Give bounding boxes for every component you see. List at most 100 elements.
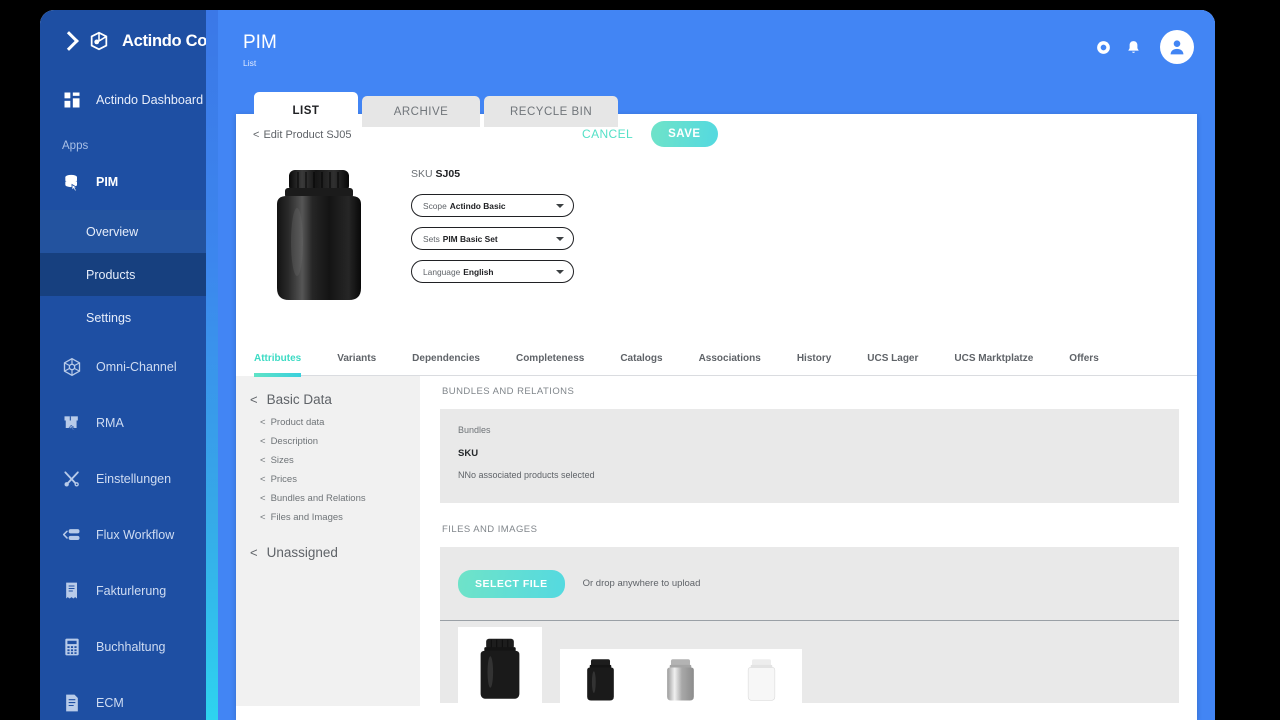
sidebar-item-label: RMA bbox=[96, 416, 124, 430]
black-jar-thumb bbox=[480, 638, 520, 699]
product-hero-image bbox=[254, 164, 384, 312]
sidebar-item-flux-workflow[interactable]: Flux Workflow bbox=[40, 507, 218, 563]
tree-group-label: Basic Data bbox=[266, 392, 332, 407]
bundles-section-title: BUNDLES AND RELATIONS bbox=[442, 386, 575, 397]
bundles-label: Bundles bbox=[458, 425, 491, 435]
language-select-value: English bbox=[463, 266, 494, 277]
sidebar-item-settings[interactable]: Settings bbox=[40, 296, 218, 339]
sidebar-item-label: Actindo Dashboard bbox=[96, 93, 204, 107]
scope-select-value: Actindo Basic bbox=[449, 200, 506, 211]
sidebar-item-label: Flux Workflow bbox=[96, 528, 175, 542]
tree-item-label: Files and Images bbox=[270, 512, 343, 523]
scope-select[interactable]: Scope Actindo Basic bbox=[411, 194, 574, 217]
product-form-column: SKU SJ05 Scope Actindo Basic Sets PIM Ba… bbox=[411, 164, 574, 330]
sidebar-item-rma[interactable]: RMA bbox=[40, 395, 218, 451]
save-button[interactable]: SAVE bbox=[651, 121, 718, 147]
select-file-button[interactable]: SELECT FILE bbox=[458, 569, 565, 598]
tree-item-bundles-and-relations[interactable]: < Bundles and Relations bbox=[250, 493, 420, 504]
drop-hint-label: Or drop anywhere to upload bbox=[582, 578, 701, 589]
sidebar-item-ecm[interactable]: ECM bbox=[40, 675, 218, 720]
content-card: < Edit Product SJ05 CANCEL SAVE SKU SJ05… bbox=[236, 114, 1197, 720]
sidebar-item-omni-channel[interactable]: Omni-Channel bbox=[40, 339, 218, 395]
sidebar-item-dashboard[interactable]: Actindo Dashboard bbox=[40, 72, 218, 128]
invoice-icon bbox=[66, 582, 77, 599]
main-area: PIM List LIST ARCHIVE RECYCLE BIN < Edit… bbox=[218, 10, 1215, 720]
sidebar-item-fakturlerung[interactable]: Fakturlerung bbox=[40, 563, 218, 619]
bell-notification-icon[interactable] bbox=[1125, 39, 1142, 56]
sidebar-subitem-label: Products bbox=[86, 267, 136, 282]
window-tab-strip: LIST ARCHIVE RECYCLE BIN bbox=[254, 92, 619, 127]
silver-jar-thumb[interactable] bbox=[664, 657, 697, 703]
language-select[interactable]: Language English bbox=[411, 260, 574, 283]
product-summary: SKU SJ05 Scope Actindo Basic Sets PIM Ba… bbox=[236, 160, 1197, 330]
help-circle-icon[interactable] bbox=[1095, 39, 1112, 56]
tree-item-label: Prices bbox=[270, 474, 297, 485]
calculator-icon bbox=[65, 638, 79, 656]
app-window: Actindo Core1 Actindo Dashboard Apps PIM… bbox=[40, 10, 1215, 720]
tab-list[interactable]: LIST bbox=[254, 92, 358, 127]
sidebar-item-buchhaltung[interactable]: Buchhaltung bbox=[40, 619, 218, 675]
breadcrumb: List bbox=[243, 58, 257, 68]
sets-select-label: Sets bbox=[423, 233, 440, 244]
back-to-list-link[interactable]: < Edit Product SJ05 bbox=[253, 129, 352, 141]
sidebar-subitem-label: Settings bbox=[86, 310, 132, 325]
chevron-left-icon: < bbox=[260, 474, 266, 485]
chevron-down-icon bbox=[556, 236, 564, 241]
sidebar-item-pim[interactable]: PIM bbox=[40, 154, 218, 210]
tab-recycle-bin[interactable]: RECYCLE BIN bbox=[484, 96, 619, 127]
thumbnail-main[interactable] bbox=[458, 627, 542, 706]
sidebar-item-products[interactable]: Products bbox=[40, 253, 218, 296]
language-select-label: Language bbox=[423, 266, 461, 277]
bundles-empty-message: NNo associated products selected bbox=[458, 470, 595, 480]
sidebar-item-label: Omni-Channel bbox=[96, 360, 177, 374]
file-upload-panel[interactable]: SELECT FILE Or drop anywhere to upload bbox=[440, 547, 1179, 621]
tree-item-label: Bundles and Relations bbox=[270, 493, 366, 504]
top-header: PIM List bbox=[218, 10, 1215, 92]
black-supplement-jar-image bbox=[277, 170, 361, 300]
white-jar-thumb[interactable] bbox=[745, 657, 778, 703]
black-jar-small-thumb[interactable] bbox=[584, 657, 617, 703]
workflow-icon bbox=[62, 529, 80, 540]
tree-item-prices[interactable]: < Prices bbox=[250, 474, 420, 485]
chevron-left-icon: < bbox=[260, 512, 266, 523]
sidebar-item-einstellungen[interactable]: Einstellungen bbox=[40, 451, 218, 507]
sidebar-item-label: Einstellungen bbox=[96, 472, 172, 486]
tree-item-label: Sizes bbox=[270, 455, 294, 466]
tree-group-unassigned[interactable]: < Unassigned bbox=[250, 545, 420, 560]
header-icon-group bbox=[1095, 30, 1194, 64]
tab-offers[interactable]: Offers bbox=[1069, 342, 1098, 376]
return-box-icon bbox=[64, 416, 78, 431]
tab-completeness[interactable]: Completeness bbox=[516, 342, 584, 376]
thumbnail-strip bbox=[440, 621, 1179, 706]
chevron-left-icon: < bbox=[250, 545, 258, 560]
sidebar-item-label: ECM bbox=[96, 696, 124, 710]
avatar[interactable] bbox=[1160, 30, 1194, 64]
tab-variants[interactable]: Variants bbox=[337, 342, 376, 376]
tab-attributes[interactable]: Attributes bbox=[254, 342, 302, 377]
tab-ucs-lager[interactable]: UCS Lager bbox=[867, 342, 918, 376]
tab-history[interactable]: History bbox=[797, 342, 831, 376]
tools-icon bbox=[64, 471, 79, 487]
sidebar-item-label: PIM bbox=[96, 175, 119, 189]
sidebar-item-overview[interactable]: Overview bbox=[40, 210, 218, 253]
sidebar-item-label: Buchhaltung bbox=[96, 640, 166, 654]
tree-item-product-data[interactable]: < Product data bbox=[250, 417, 420, 428]
tab-dependencies[interactable]: Dependencies bbox=[412, 342, 480, 376]
tree-group-basic-data[interactable]: < Basic Data bbox=[250, 392, 420, 407]
cube-logo-icon bbox=[90, 31, 108, 51]
tab-associations[interactable]: Associations bbox=[699, 342, 761, 376]
tree-item-sizes[interactable]: < Sizes bbox=[250, 455, 420, 466]
chevron-left-icon: < bbox=[260, 455, 266, 466]
tab-ucs-marktplatze[interactable]: UCS Marktplatze bbox=[954, 342, 1033, 376]
tree-item-files-and-images[interactable]: < Files and Images bbox=[250, 512, 420, 523]
brand-row[interactable]: Actindo Core1 bbox=[40, 10, 231, 72]
user-avatar-icon bbox=[1170, 40, 1184, 55]
tab-catalogs[interactable]: Catalogs bbox=[620, 342, 662, 376]
attribute-tree: < Basic Data < Product data < Descriptio… bbox=[236, 376, 420, 706]
tree-item-description[interactable]: < Description bbox=[250, 436, 420, 447]
sets-select[interactable]: Sets PIM Basic Set bbox=[411, 227, 574, 250]
chevron-left-icon: < bbox=[250, 392, 258, 407]
chevron-right-icon[interactable] bbox=[59, 31, 79, 51]
tab-archive[interactable]: ARCHIVE bbox=[362, 96, 480, 127]
sidebar: Actindo Core1 Actindo Dashboard Apps PIM… bbox=[40, 10, 231, 720]
